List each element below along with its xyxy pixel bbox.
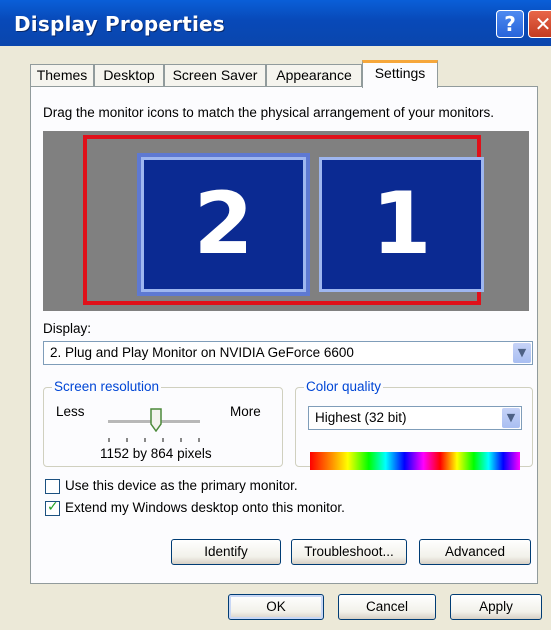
primary-monitor-checkbox[interactable] xyxy=(45,479,60,494)
ok-button[interactable]: OK xyxy=(228,594,324,620)
chevron-down-icon[interactable]: ▼ xyxy=(502,408,520,428)
advanced-button[interactable]: Advanced xyxy=(419,539,531,565)
close-button[interactable]: ✕ xyxy=(528,10,551,38)
screen-resolution-group: Screen resolution Less More 1152 by 864 … xyxy=(43,379,283,467)
extend-desktop-label[interactable]: Extend my Windows desktop onto this moni… xyxy=(65,500,345,515)
tab-desktop[interactable]: Desktop xyxy=(94,64,164,86)
resolution-less-label: Less xyxy=(56,404,85,419)
help-button[interactable]: ? xyxy=(496,10,524,38)
tab-screen-saver[interactable]: Screen Saver xyxy=(164,64,266,86)
resolution-more-label: More xyxy=(230,404,261,419)
selected-monitor-highlight: 2 1 xyxy=(83,135,484,305)
color-spectrum-preview xyxy=(310,452,520,470)
color-quality-title: Color quality xyxy=(304,379,384,394)
color-quality-group: Color quality Highest (32 bit) ▼ xyxy=(295,379,533,470)
display-select[interactable]: 2. Plug and Play Monitor on NVIDIA GeFor… xyxy=(43,341,533,365)
color-quality-value: Highest (32 bit) xyxy=(315,410,407,425)
arrangement-instruction: Drag the monitor icons to match the phys… xyxy=(43,105,494,120)
monitor-1-icon[interactable]: 1 xyxy=(319,157,484,292)
display-select-value: 2. Plug and Play Monitor on NVIDIA GeFor… xyxy=(50,345,354,360)
resolution-slider-ticks xyxy=(108,438,200,444)
apply-button[interactable]: Apply xyxy=(450,594,542,620)
settings-panel: Drag the monitor icons to match the phys… xyxy=(30,86,538,584)
monitor-arrangement-area: 2 1 xyxy=(43,131,529,311)
color-quality-select[interactable]: Highest (32 bit) ▼ xyxy=(308,406,522,430)
identify-button[interactable]: Identify xyxy=(171,539,281,565)
display-properties-window: Display Properties ? ✕ Themes Desktop Sc… xyxy=(0,0,551,630)
chevron-down-icon[interactable]: ▼ xyxy=(513,343,531,363)
primary-monitor-label[interactable]: Use this device as the primary monitor. xyxy=(65,478,298,493)
troubleshoot-button[interactable]: Troubleshoot... xyxy=(291,539,407,565)
monitor-2-icon[interactable]: 2 xyxy=(137,153,310,296)
tab-appearance[interactable]: Appearance xyxy=(266,64,362,86)
window-title: Display Properties xyxy=(14,12,225,36)
display-label: Display: xyxy=(43,321,92,336)
tab-settings[interactable]: Settings xyxy=(362,60,438,88)
tab-themes[interactable]: Themes xyxy=(30,64,94,86)
resolution-slider-thumb[interactable] xyxy=(150,408,162,432)
extend-desktop-checkbox[interactable]: ✓ xyxy=(45,499,60,516)
resolution-value: 1152 by 864 pixels xyxy=(100,446,212,461)
cancel-button[interactable]: Cancel xyxy=(338,594,436,620)
checkmark-icon: ✓ xyxy=(47,499,59,515)
title-bar[interactable]: Display Properties ? ✕ xyxy=(0,0,551,46)
screen-resolution-title: Screen resolution xyxy=(52,379,162,394)
